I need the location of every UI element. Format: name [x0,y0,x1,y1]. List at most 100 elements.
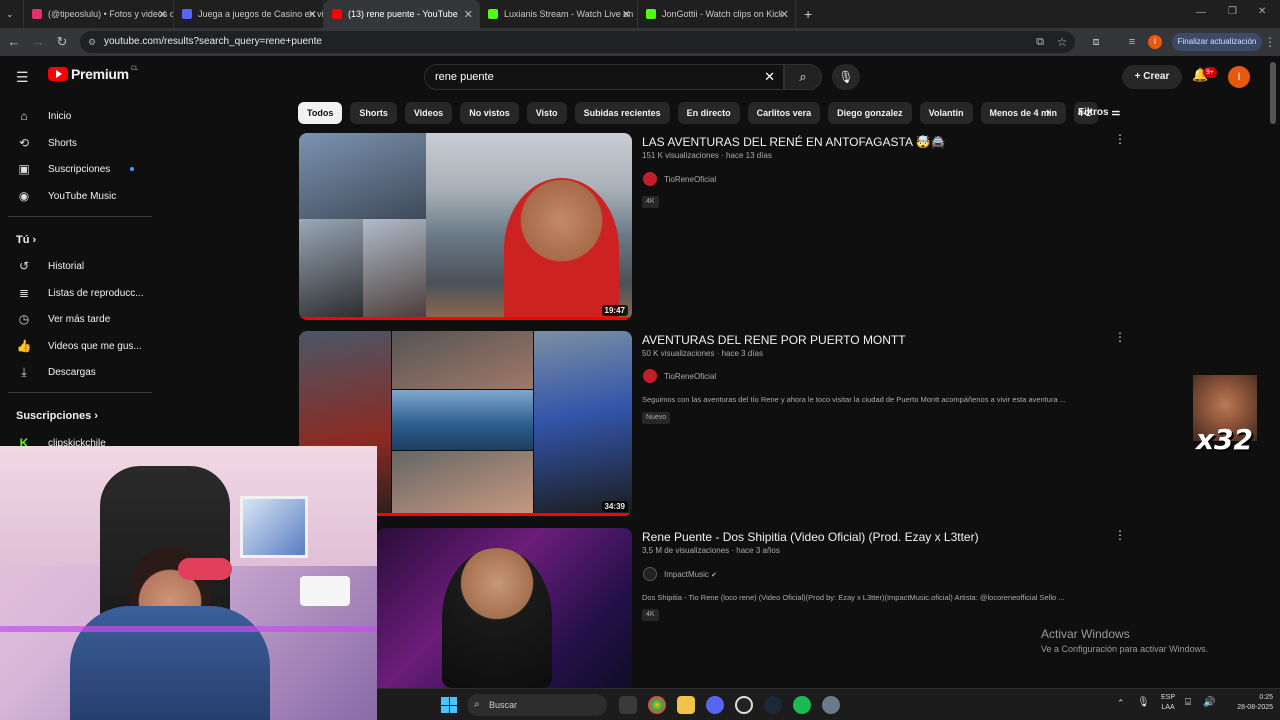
youtube-premium-logo[interactable]: Premium CL [48,66,138,82]
sidebar-item-historial[interactable]: ↺ Historial [16,254,152,278]
tab-youtube[interactable]: (13) rene puente - YouTube ✕ [324,0,480,28]
back-icon[interactable]: ← [6,34,22,50]
sidebar-item-inicio[interactable]: ⌂ Inicio [16,104,152,128]
sidebar-you-heading[interactable]: Tú › [16,234,36,246]
bookmark-star-icon[interactable]: ☆ [1054,34,1070,50]
new-tab-button[interactable]: + [796,0,820,28]
chip-volantin[interactable]: Volantin [919,102,973,124]
video-title-2[interactable]: AVENTURAS DEL RENE POR PUERTO MONTT [642,333,906,347]
file-explorer-icon[interactable] [677,696,695,714]
reload-icon[interactable]: ↻ [54,34,70,50]
profile-avatar[interactable]: I [1148,35,1162,49]
minimize-icon[interactable]: — [1196,7,1206,18]
browser-tab-bar: ⌄ (@tipeoslulu) • Fotos y videos d ✕ Jueg… [0,0,1280,28]
chip-diego-gonzalez[interactable]: Diego gonzalez [828,102,912,124]
sidebar-item-suscripciones[interactable]: ▣ Suscripciones [16,157,152,181]
tab-jongottii[interactable]: JonGottii - Watch clips on Kick ✕ [638,0,796,28]
channel-name-2[interactable]: TioReneOficial [664,372,716,381]
chip-visto[interactable]: Visto [526,102,567,124]
maximize-icon[interactable]: ❐ [1228,6,1237,17]
extensions-icon[interactable]: ⧈ [1088,34,1104,50]
tab-instagram[interactable]: (@tipeoslulu) • Fotos y videos d ✕ [24,0,174,28]
tray-chevron-icon[interactable]: ⌃ [1117,698,1125,709]
channel-avatar[interactable] [643,369,657,383]
search-input[interactable]: rene puente ✕ [424,64,784,90]
history-icon: ↺ [18,259,30,273]
volume-icon[interactable]: 🔊 [1203,697,1215,708]
video-title-3[interactable]: Rene Puente - Dos Shipitia (Video Oficia… [642,530,979,544]
sidebar-item-playlists[interactable]: ≣ Listas de reproducc... [16,281,152,305]
chips-next-icon[interactable]: › [1046,104,1050,119]
chip-carlitos-vera[interactable]: Carlitos vera [747,102,821,124]
sidebar-item-liked-videos[interactable]: 👍 Videos que me gus... [16,334,152,358]
taskbar-search-box[interactable]: ⌕ Buscar [467,694,607,716]
site-info-icon[interactable]: ⚙ [88,31,96,53]
obs-icon[interactable] [735,696,753,714]
video-menu-icon[interactable]: ⋮ [1114,330,1126,344]
video-description-2: Seguimos con las aventuras del tío Rene … [642,395,1066,404]
sliders-icon: ⚌ [1111,107,1121,118]
discord-icon[interactable] [706,696,724,714]
spotify-icon[interactable] [793,696,811,714]
video-menu-icon[interactable]: ⋮ [1114,132,1126,146]
browser-menu-icon[interactable]: ⋮ [1262,34,1278,50]
close-window-icon[interactable]: ✕ [1258,6,1266,17]
tab-luxianis[interactable]: Luxianis Stream - Watch Live on ✕ [480,0,638,28]
hamburger-menu-icon[interactable]: ☰ [16,69,29,86]
home-icon: ⌂ [20,109,28,123]
reading-list-icon[interactable]: ≡ [1124,34,1140,50]
steam-icon[interactable] [764,696,782,714]
led-strip [0,626,377,632]
video-thumbnail-1[interactable]: 19:47 [299,133,632,320]
chip-subidas-recientes[interactable]: Subidas recientes [574,102,670,124]
page-scrollbar[interactable] [1270,62,1276,124]
chip-todos[interactable]: Todos [298,102,343,124]
quality-badge-3: 4K [642,609,659,621]
channel-name-1[interactable]: TioReneOficial [664,175,716,184]
kick-icon [646,9,656,19]
chrome-icon[interactable] [648,696,666,714]
mic-tray-icon[interactable]: 🎙 [1137,697,1150,708]
kick-icon [488,9,498,19]
tab-search-button[interactable]: ⌄ [0,0,24,28]
sidebar-item-downloads[interactable]: ⤓ Descargas [16,360,152,384]
task-view-icon[interactable] [619,696,637,714]
sidebar-item-youtube-music[interactable]: ◉ YouTube Music [16,184,152,208]
clear-search-icon[interactable]: ✕ [764,65,775,89]
sidebar-subscriptions-heading[interactable]: Suscripciones › [16,410,98,422]
casino-icon [182,9,192,19]
url-field[interactable]: ⚙ youtube.com/results?search_query=rene+… [80,31,1075,53]
channel-avatar[interactable] [643,567,657,581]
sidebar-item-shorts[interactable]: ⟲ Shorts [16,131,152,155]
chip-no-vistos[interactable]: No vistos [460,102,519,124]
tab-casino[interactable]: Juega a juegos de Casino en vi ✕ [174,0,324,28]
clock[interactable]: 0:25 28-08-2025 [1223,693,1273,713]
windows-start-icon[interactable] [441,697,457,713]
search-button[interactable]: ⌕ [784,64,822,90]
account-avatar[interactable]: I [1228,66,1250,88]
chip-videos[interactable]: Videos [404,102,453,124]
close-tab-icon[interactable]: ✕ [158,8,167,21]
language-indicator[interactable]: ESP LAA [1161,693,1175,713]
create-button[interactable]: + Crear [1122,65,1182,89]
forward-icon[interactable]: → [30,34,46,50]
chip-shorts[interactable]: Shorts [350,102,397,124]
chip-menos-de-4-min[interactable]: Menos de 4 min [980,102,1067,124]
channel-name-3[interactable]: ImpactMusic ✔ [664,570,717,579]
cast-icon[interactable]: ⧉ [1032,34,1048,50]
voice-search-button[interactable]: 🎙 [832,64,860,90]
chip-en-directo[interactable]: En directo [677,102,740,124]
settings-gear-icon[interactable] [822,696,840,714]
network-icon[interactable]: ⌸ [1185,697,1191,708]
sidebar-item-watch-later[interactable]: ◷ Ver más tarde [16,307,152,331]
video-title-1[interactable]: LAS AVENTURAS DEL RENÉ EN ANTOFAGASTA 🤯🚔 [642,135,946,149]
close-tab-icon[interactable]: ✕ [622,8,631,21]
video-thumbnail-3[interactable] [377,528,632,688]
filters-button[interactable]: Filtros ⚌ [1078,102,1120,124]
video-menu-icon[interactable]: ⋮ [1114,528,1126,542]
close-tab-icon[interactable]: ✕ [780,8,789,21]
close-tab-icon[interactable]: ✕ [308,8,317,21]
update-button[interactable]: Finalizar actualización [1172,33,1262,51]
close-tab-icon[interactable]: ✕ [464,8,473,21]
channel-avatar[interactable] [643,172,657,186]
